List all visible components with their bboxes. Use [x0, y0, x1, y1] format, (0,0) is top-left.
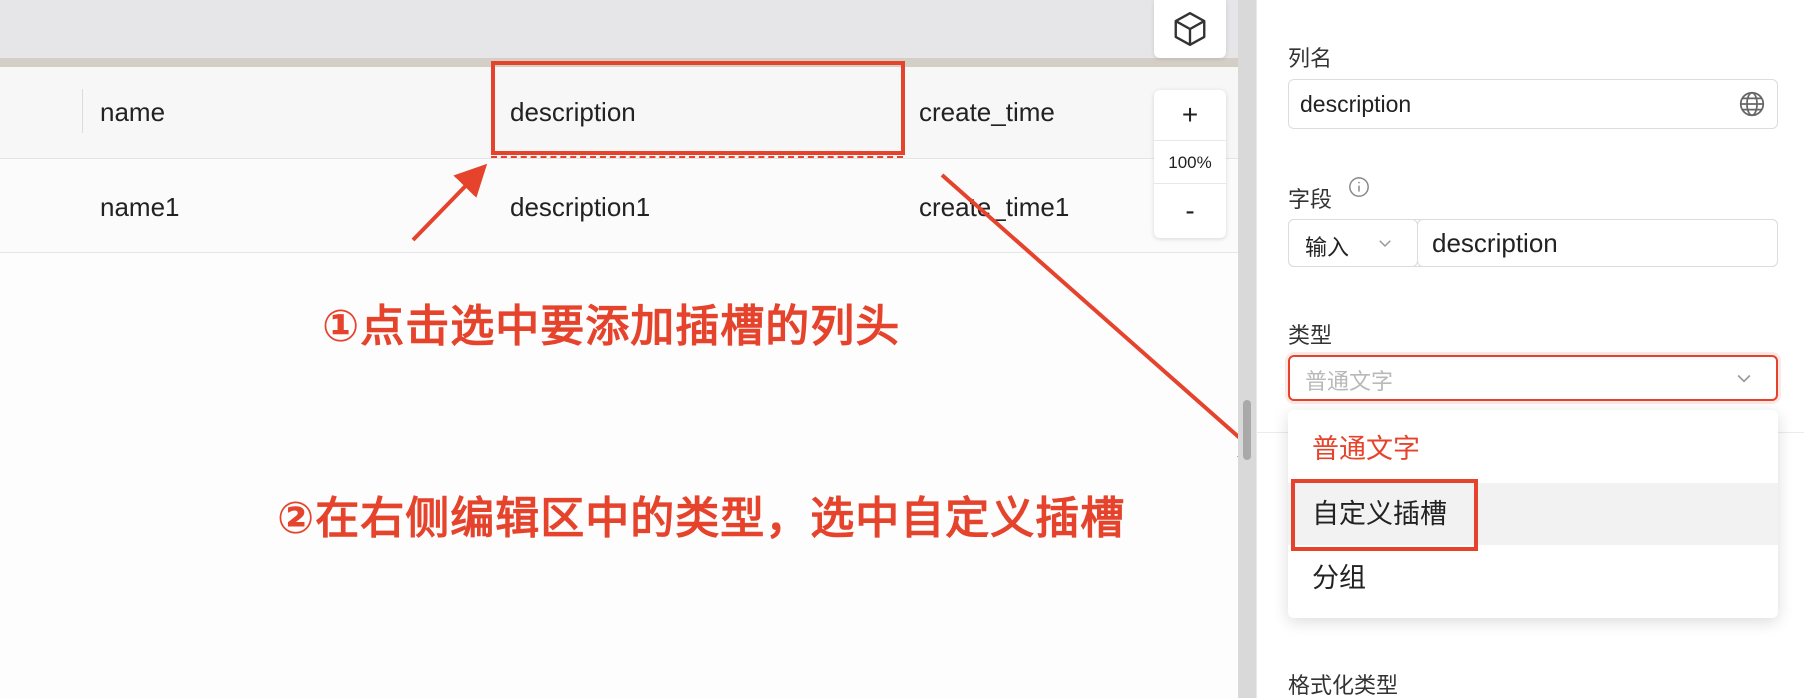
type-label: 类型	[1288, 323, 1333, 348]
info-icon[interactable]	[1348, 176, 1370, 198]
field-name-value: description	[1432, 228, 1558, 258]
chevron-down-icon	[1737, 374, 1751, 383]
globe-icon[interactable]	[1737, 89, 1767, 119]
type-select-placeholder: 普通文字	[1305, 369, 1394, 394]
type-option-plain-text[interactable]: 普通文字	[1288, 418, 1778, 480]
step1-instruction: ①点击选中要添加插槽的列头	[322, 302, 901, 351]
type-option-group[interactable]: 分组	[1288, 547, 1778, 609]
column-name-label: 列名	[1288, 46, 1333, 71]
step2-instruction: ②在右侧编辑区中的类型，选中自定义插槽	[277, 494, 1126, 543]
field-label: 字段	[1288, 187, 1333, 212]
canvas-scrollbar[interactable]	[1238, 0, 1256, 698]
option-highlight-box	[1291, 479, 1478, 551]
arrow-to-column-header	[411, 163, 488, 242]
arrow-to-type-dropdown	[940, 173, 1272, 466]
column-name-value: description	[1300, 91, 1412, 117]
field-mode-value: 输入	[1305, 235, 1350, 260]
chevron-down-icon	[1379, 240, 1391, 248]
scrollbar-thumb[interactable]	[1243, 400, 1251, 460]
editor-window: name description create_time name1 descr…	[0, 0, 1804, 698]
format-type-label: 格式化类型	[1288, 673, 1399, 698]
